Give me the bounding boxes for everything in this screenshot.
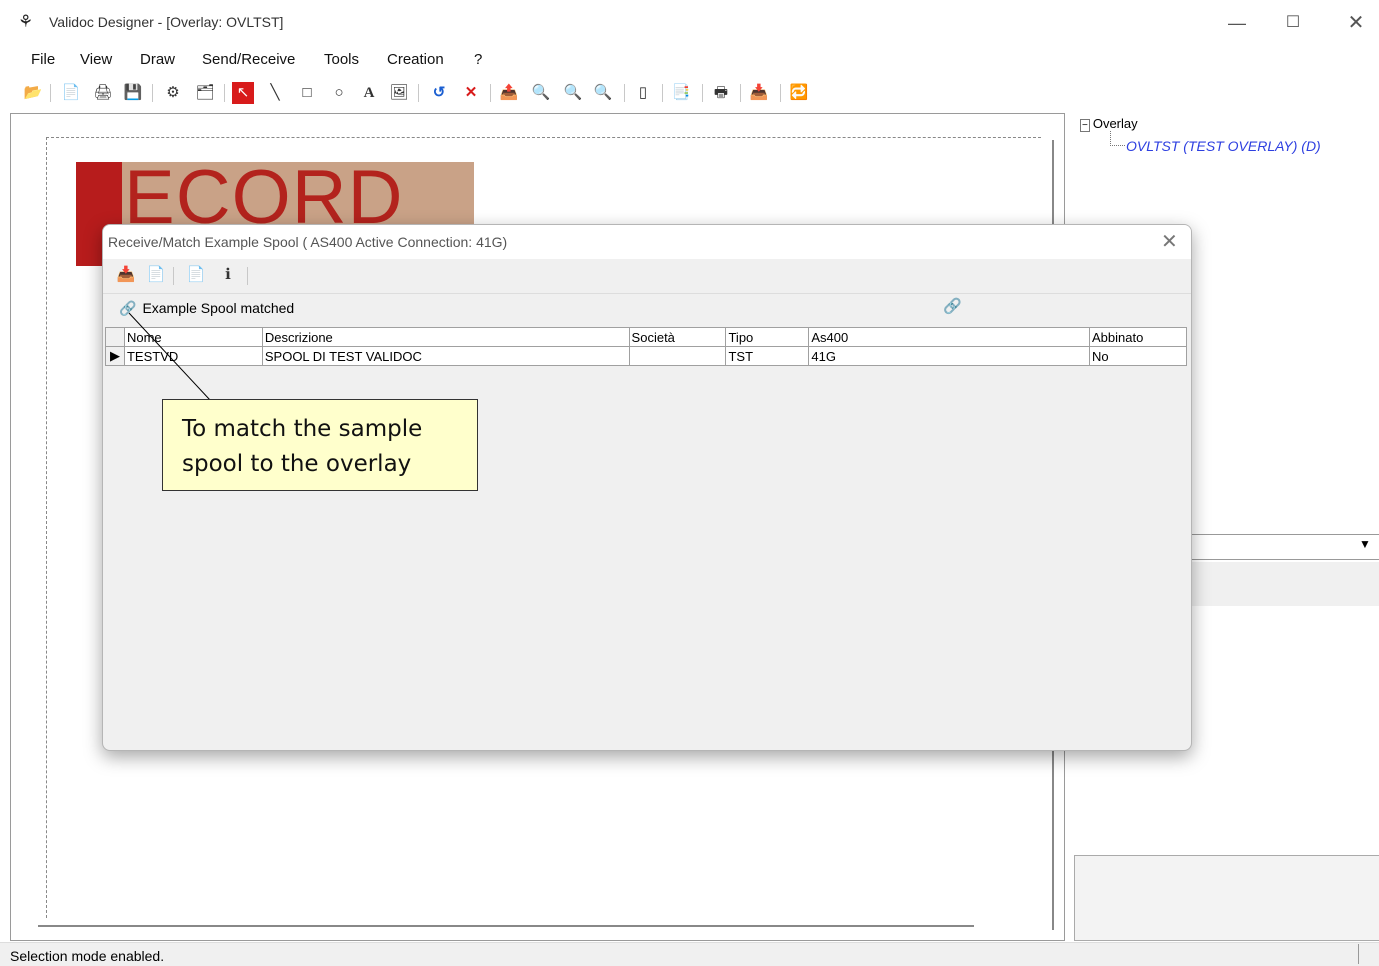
toolbar-separator (152, 84, 153, 102)
collapse-icon[interactable]: − (1080, 119, 1090, 132)
tree-connector (1110, 131, 1125, 146)
select-tool-icon[interactable]: ⚙ (162, 82, 184, 104)
column-header-descrizione[interactable]: Descrizione (261, 327, 630, 347)
zoom-in-icon[interactable]: 🔍 (530, 82, 552, 104)
column-header-tipo[interactable]: Tipo (725, 327, 810, 347)
close-window-button[interactable]: ✕ (1333, 8, 1379, 38)
menu-file[interactable]: File (31, 51, 55, 68)
dialog-toolbar: 📥 📄 📄 ℹ (103, 259, 1191, 291)
dialog-title: Receive/Match Example Spool ( AS400 Acti… (108, 234, 508, 250)
toolbar-separator (740, 84, 741, 102)
spool-grid: Nome Descrizione Società Tipo As400 Abbi… (105, 327, 1187, 747)
tree-root-overlay[interactable]: − Overlay (1080, 116, 1138, 132)
delete-icon[interactable]: ✕ (460, 82, 482, 104)
text-icon[interactable]: A (358, 82, 380, 104)
zoom-fit-icon[interactable]: 🔍 (592, 82, 614, 104)
example-spool-matched-button[interactable]: 🔗 Example Spool matched (113, 297, 300, 319)
properties-icon[interactable]: 🗂 (194, 82, 216, 104)
zoom-out-icon[interactable]: 🔍 (562, 82, 584, 104)
undo-icon[interactable]: ↺ (428, 82, 450, 104)
cell-societa[interactable] (628, 346, 727, 366)
toolbar-separator (418, 84, 419, 102)
toolbar-separator (624, 84, 625, 102)
horizontal-ruler-line (38, 925, 974, 927)
cell-descrizione[interactable]: SPOOL DI TEST VALIDOC (261, 346, 630, 366)
page-icon[interactable]: ▯ (632, 82, 654, 104)
toolbar-separator (702, 84, 703, 102)
new-icon[interactable]: 📄 (60, 82, 82, 104)
toolbar-separator (224, 84, 225, 102)
column-header-societa[interactable]: Società (628, 327, 727, 347)
toolbar-separator (173, 267, 174, 285)
dialog-close-button[interactable]: ✕ (1161, 229, 1178, 254)
receive-spool-icon[interactable]: 📥 (115, 264, 137, 286)
spool-info-icon[interactable]: ℹ (217, 264, 239, 286)
example-spool-matched-label: Example Spool matched (142, 300, 295, 316)
printer-icon[interactable]: 🖶 (710, 82, 732, 104)
pointer-icon[interactable]: ↖ (232, 82, 254, 104)
minimize-button[interactable]: — (1214, 8, 1260, 38)
menu-draw[interactable]: Draw (140, 51, 175, 68)
table-row[interactable]: ▶ TESTVD SPOOL DI TEST VALIDOC TST 41G N… (105, 346, 1187, 366)
property-header (1190, 562, 1379, 606)
status-text: Selection mode enabled. (10, 948, 165, 964)
ellipse-icon[interactable]: ○ (328, 82, 350, 104)
spool-doc-icon[interactable]: 📄 (145, 264, 167, 286)
print-preview-icon[interactable]: 🖨 (92, 82, 114, 104)
line-icon[interactable]: ╲ (264, 82, 286, 104)
window-title: Validoc Designer - [Overlay: OVLTST] (49, 14, 284, 30)
spool-table: Nome Descrizione Società Tipo As400 Abbi… (105, 327, 1187, 366)
image-icon[interactable]: 🖼 (388, 82, 410, 104)
cell-as400[interactable]: 41G (808, 346, 1091, 366)
callout-line-1: To match the sample (182, 416, 423, 442)
rectangle-icon[interactable]: □ (296, 82, 318, 104)
status-bar (0, 942, 1379, 966)
menu-bar: File View Draw Send/Receive Tools Creati… (0, 46, 1379, 74)
callout-line-2: spool to the overlay (182, 451, 412, 477)
tree-item-ovltst[interactable]: OVLTST (TEST OVERLAY) (D) (1126, 138, 1321, 154)
menu-creation[interactable]: Creation (387, 51, 444, 68)
menu-help[interactable]: ? (474, 51, 482, 68)
status-divider (1358, 944, 1359, 964)
cell-tipo[interactable]: TST (725, 346, 810, 366)
match-icon[interactable]: 🔗 (943, 297, 962, 315)
toolbar-separator (247, 267, 248, 285)
tree-root-label: Overlay (1092, 116, 1138, 131)
cell-nome[interactable]: TESTVD (123, 346, 263, 366)
menu-view[interactable]: View (80, 51, 112, 68)
column-header-abbinato[interactable]: Abbinato (1089, 327, 1187, 347)
property-description-box (1074, 855, 1379, 941)
table-header: Nome Descrizione Società Tipo As400 Abbi… (105, 327, 1187, 347)
row-selector-icon[interactable]: ▶ (105, 346, 125, 366)
property-combo[interactable] (1190, 534, 1379, 560)
receive-icon[interactable]: 📥 (748, 82, 770, 104)
toolbar-separator (50, 84, 51, 102)
callout-note: To match the sample spool to the overlay (162, 399, 478, 491)
transfer-icon[interactable]: 🔁 (788, 82, 810, 104)
export-icon[interactable]: 📑 (670, 82, 692, 104)
toolbar-separator (780, 84, 781, 102)
cell-abbinato[interactable]: No (1089, 346, 1187, 366)
maximize-button[interactable]: ☐ (1270, 8, 1316, 38)
menu-tools[interactable]: Tools (324, 51, 359, 68)
callout-text: To match the sample spool to the overlay (182, 412, 422, 482)
open-icon[interactable]: 📂 (22, 82, 44, 104)
toolbar-separator (662, 84, 663, 102)
validoc-app-icon: ⚘ (18, 12, 34, 31)
send-icon[interactable]: 📤 (498, 82, 520, 104)
row-header-corner (105, 327, 125, 347)
toolbar-separator (490, 84, 491, 102)
column-header-nome[interactable]: Nome (123, 327, 263, 347)
main-toolbar: 📂 📄 🖨 💾 ⚙ 🗂 ↖ ╲ □ ○ A 🖼 ↺ ✕ 📤 🔍 🔍 🔍 ▯ 📑 … (0, 78, 1379, 108)
column-header-as400[interactable]: As400 (808, 327, 1091, 347)
save-icon[interactable]: 💾 (122, 82, 144, 104)
menu-send-receive[interactable]: Send/Receive (202, 51, 295, 68)
chevron-down-icon[interactable]: ▼ (1359, 537, 1371, 551)
delete-spool-icon[interactable]: 📄 (185, 264, 207, 286)
match-icon: 🔗 (119, 300, 137, 316)
